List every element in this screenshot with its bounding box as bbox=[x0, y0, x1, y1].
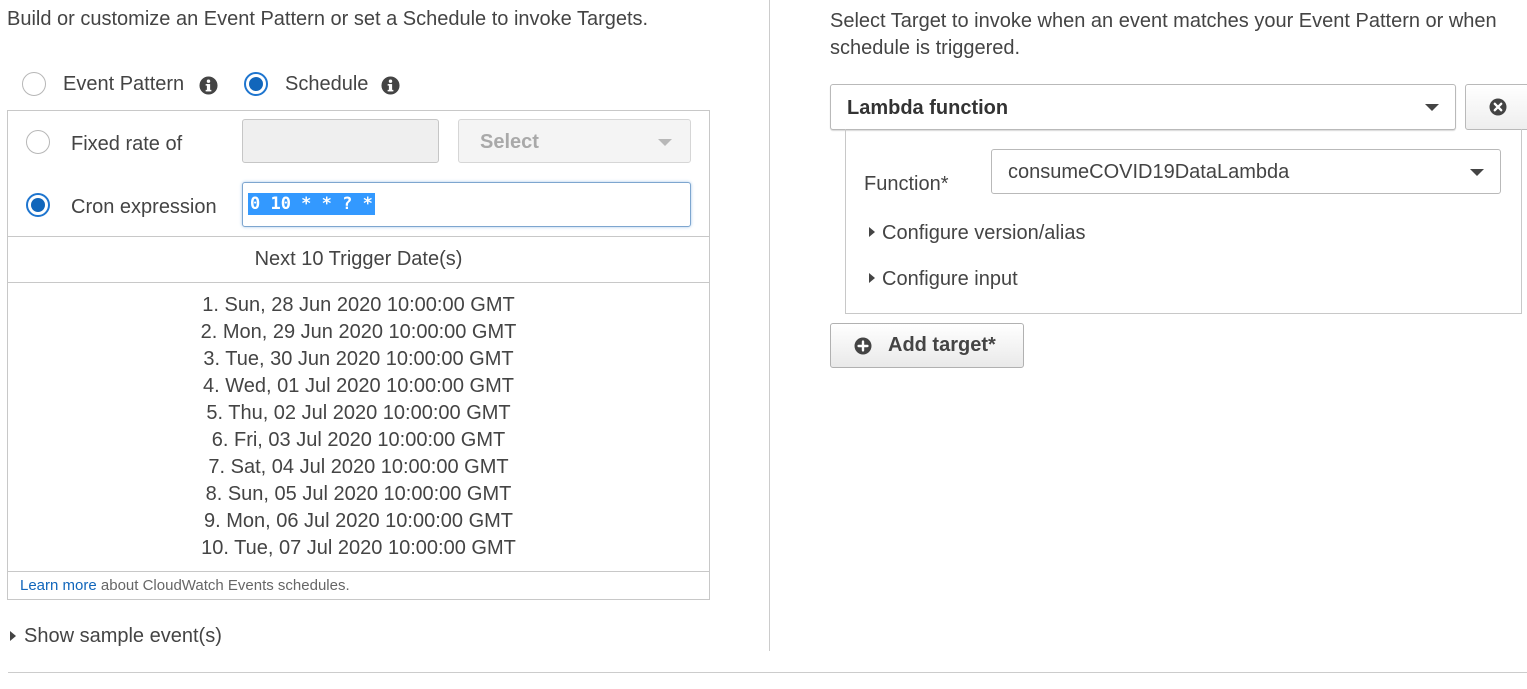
trigger-date: 5. Thu, 02 Jul 2020 10:00:00 GMT bbox=[206, 402, 511, 424]
learn-more-note: Learn more about CloudWatch Events sched… bbox=[20, 577, 350, 594]
remove-icon bbox=[1489, 98, 1507, 116]
learn-more-link[interactable]: Learn more bbox=[20, 577, 97, 594]
add-target-label: Add target* bbox=[888, 334, 996, 356]
rate-unit-select[interactable]: Select bbox=[458, 119, 691, 163]
function-value: consumeCOVID19DataLambda bbox=[1008, 161, 1290, 183]
event-source-description: Build or customize an Event Pattern or s… bbox=[7, 8, 649, 30]
schedule-radio[interactable] bbox=[244, 72, 268, 96]
targets-description-line2: schedule is triggered. bbox=[830, 37, 1021, 59]
configure-version-toggle[interactable]: Configure version/alias bbox=[882, 222, 1085, 245]
divider bbox=[8, 236, 709, 237]
info-icon[interactable] bbox=[199, 76, 218, 95]
chevron-down-icon bbox=[1470, 169, 1484, 176]
expand-triangle-icon[interactable] bbox=[869, 273, 875, 283]
plus-circle-icon bbox=[854, 337, 872, 355]
next-dates-header: Next 10 Trigger Date(s) bbox=[254, 248, 463, 270]
fixed-rate-radio[interactable] bbox=[26, 130, 50, 154]
expand-triangle-icon[interactable] bbox=[869, 227, 875, 237]
fixed-rate-label[interactable]: Fixed rate of bbox=[71, 133, 182, 156]
fixed-rate-input[interactable] bbox=[242, 119, 439, 163]
cron-expression-label[interactable]: Cron expression bbox=[71, 196, 217, 219]
trigger-date: 3. Tue, 30 Jun 2020 10:00:00 GMT bbox=[203, 348, 514, 370]
learn-more-suffix: about CloudWatch Events schedules. bbox=[96, 577, 350, 594]
trigger-date: 8. Sun, 05 Jul 2020 10:00:00 GMT bbox=[205, 483, 512, 505]
targets-description-line1: Select Target to invoke when an event ma… bbox=[830, 10, 1497, 32]
bottom-divider bbox=[8, 672, 1527, 673]
divider bbox=[8, 282, 709, 283]
function-select[interactable]: consumeCOVID19DataLambda bbox=[991, 149, 1501, 194]
remove-target-button[interactable] bbox=[1465, 84, 1527, 130]
configure-input-toggle[interactable]: Configure input bbox=[882, 268, 1018, 291]
schedule-label[interactable]: Schedule bbox=[285, 73, 368, 96]
info-icon[interactable] bbox=[381, 76, 400, 95]
trigger-date: 1. Sun, 28 Jun 2020 10:00:00 GMT bbox=[202, 294, 515, 316]
trigger-date: 2. Mon, 29 Jun 2020 10:00:00 GMT bbox=[200, 321, 517, 343]
function-label: Function* bbox=[864, 173, 949, 195]
event-pattern-radio[interactable] bbox=[22, 72, 46, 96]
cron-expression-radio[interactable] bbox=[26, 193, 50, 217]
chevron-down-icon bbox=[658, 139, 672, 146]
trigger-date: 4. Wed, 01 Jul 2020 10:00:00 GMT bbox=[203, 375, 514, 397]
chevron-down-icon bbox=[1425, 104, 1439, 111]
expand-triangle-icon[interactable] bbox=[10, 631, 16, 641]
trigger-date: 10. Tue, 07 Jul 2020 10:00:00 GMT bbox=[201, 537, 516, 559]
trigger-date: 7. Sat, 04 Jul 2020 10:00:00 GMT bbox=[208, 456, 509, 478]
cron-expression-value: 0 10 * * ? * bbox=[248, 193, 375, 215]
target-type-select[interactable]: Lambda function bbox=[830, 84, 1456, 130]
cron-expression-input[interactable]: 0 10 * * ? * bbox=[242, 182, 691, 227]
rate-unit-placeholder: Select bbox=[480, 131, 539, 153]
column-divider bbox=[769, 0, 770, 651]
target-type-value: Lambda function bbox=[847, 97, 1009, 119]
divider bbox=[8, 571, 709, 572]
add-target-button[interactable]: Add target* bbox=[830, 323, 1024, 368]
trigger-date: 6. Fri, 03 Jul 2020 10:00:00 GMT bbox=[211, 429, 506, 451]
trigger-date: 9. Mon, 06 Jul 2020 10:00:00 GMT bbox=[203, 510, 514, 532]
event-pattern-label[interactable]: Event Pattern bbox=[63, 73, 184, 96]
show-sample-events-toggle[interactable]: Show sample event(s) bbox=[24, 625, 222, 648]
